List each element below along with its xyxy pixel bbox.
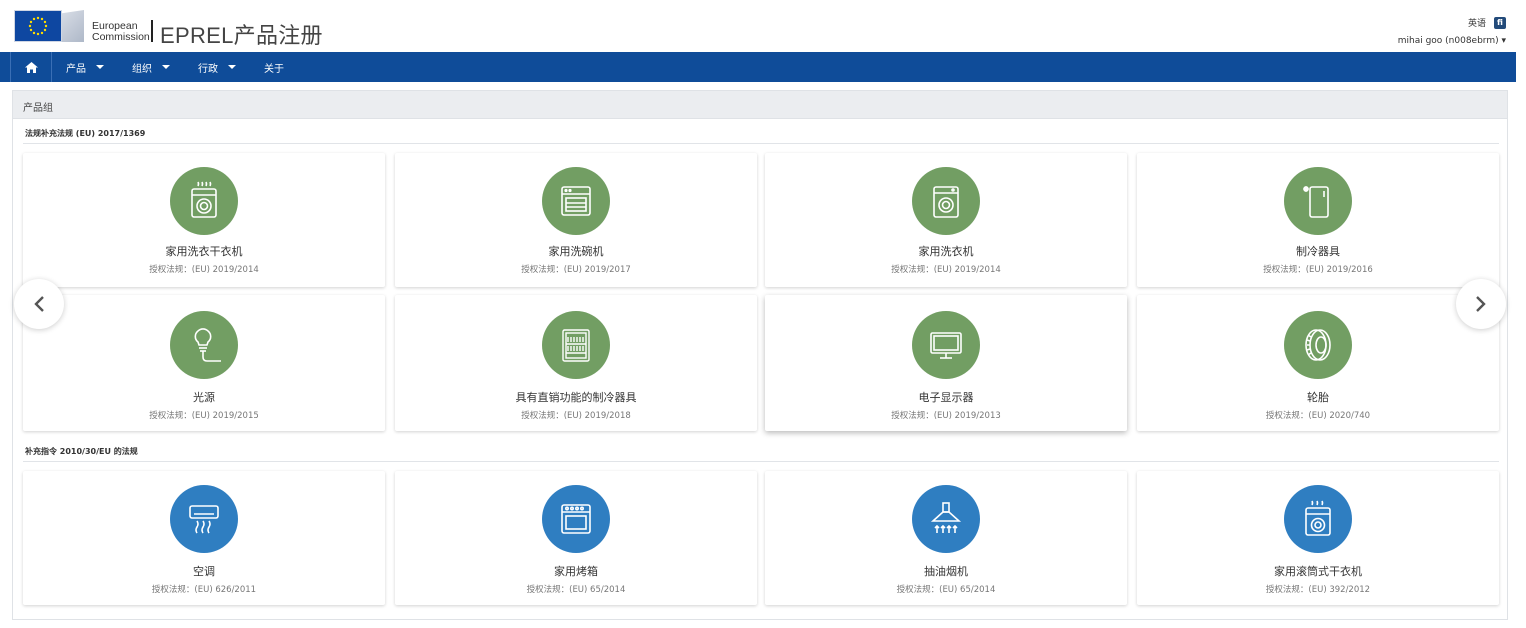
washing-machine-icon [912,167,980,235]
main-navbar: 产品 组织 行政 关于 [0,52,1516,82]
chevron-right-icon [1476,296,1486,312]
product-card-regulation: 授权法规：(EU) 65/2014 [526,585,626,595]
nav-admin-label: 行政 [198,63,218,75]
washer-dryer-icon [170,167,238,235]
product-card-refrigerator[interactable]: 制冷器具 授权法规：(EU) 2019/2016 [1137,153,1499,287]
tyre-icon [1284,311,1352,379]
ec-wordmark-line2: Commission [92,31,150,43]
product-card-regulation: 授权法规：(EU) 626/2011 [151,585,257,595]
product-card-regulation: 授权法规：(EU) 2019/2016 [1263,265,1373,275]
product-card-tyres[interactable]: 轮胎 授权法规：(EU) 2020/740 [1137,295,1499,431]
language-badge: fi [1494,16,1506,29]
carousel-prev-button[interactable] [14,279,64,329]
header-divider [151,20,153,42]
monitor-icon [912,311,980,379]
product-card-oven[interactable]: 家用烤箱 授权法规：(EU) 65/2014 [395,471,757,605]
product-card-name: 家用洗衣机 [918,245,974,258]
refrigerator-icon [1284,167,1352,235]
chevron-left-icon [34,296,44,312]
product-card-regulation: 授权法规：(EU) 2019/2014 [891,265,1001,275]
nav-products-label: 产品 [66,63,86,75]
product-card-name: 具有直销功能的制冷器具 [515,391,637,404]
section-label-2010-30-eu: 补充指令 2010/30/EU 的法规 [25,447,138,456]
home-icon [24,61,38,73]
product-card-regulation: 授权法规：(EU) 392/2012 [1265,585,1371,595]
air-conditioner-icon [170,485,238,553]
eu-flag-icon [14,10,62,42]
product-card-regulation: 授权法规：(EU) 2019/2013 [891,411,1001,421]
product-card-name: 家用滚筒式干衣机 [1274,565,1362,578]
product-card-range-hood[interactable]: 抽油烟机 授权法规：(EU) 65/2014 [765,471,1127,605]
section-divider [23,461,1499,462]
oven-icon [542,485,610,553]
dishwasher-icon [542,167,610,235]
product-card-tumble-dryer[interactable]: 家用滚筒式干衣机 授权法规：(EU) 392/2012 [1137,471,1499,605]
language-label: 英语 [1467,19,1486,29]
caret-down-icon [96,65,104,69]
app-title: EPREL产品注册 [160,23,323,48]
nav-about-label: 关于 [264,63,284,75]
home-button[interactable] [10,52,52,82]
tumble-dryer-icon [1284,485,1352,553]
nav-organisation[interactable]: 组织 [118,52,184,82]
product-card-name: 制冷器具 [1296,245,1340,258]
product-card-name: 空调 [193,565,215,578]
berlaymont-icon [62,10,84,42]
product-card-regulation: 授权法规：(EU) 2019/2017 [521,265,631,275]
product-groups-panel: 产品组 法规补充法规 (EU) 2017/1369 家用洗衣干衣机 授权法规：(… [12,90,1508,620]
product-card-regulation: 授权法规：(EU) 2019/2015 [149,411,259,421]
product-card-washing-machine[interactable]: 家用洗衣机 授权法规：(EU) 2019/2014 [765,153,1127,287]
page: European Commission EPREL产品注册 英语 fi miha… [0,0,1526,628]
section-divider [23,143,1499,144]
product-card-name: 家用烤箱 [554,565,598,578]
product-card-washer-dryer[interactable]: 家用洗衣干衣机 授权法规：(EU) 2019/2014 [23,153,385,287]
vending-fridge-icon [542,311,610,379]
nav-organisation-label: 组织 [132,63,152,75]
section-label-2017-1369: 法规补充法规 (EU) 2017/1369 [25,129,146,138]
european-commission-logo[interactable] [14,9,90,43]
product-card-regulation: 授权法规：(EU) 65/2014 [896,585,996,595]
product-card-regulation: 授权法规：(EU) 2019/2018 [521,411,631,421]
product-card-dishwasher[interactable]: 家用洗碗机 授权法规：(EU) 2019/2017 [395,153,757,287]
caret-down-icon [162,65,170,69]
caret-down-icon [228,65,236,69]
header: European Commission EPREL产品注册 英语 fi miha… [0,0,1526,52]
nav-products[interactable]: 产品 [52,52,118,82]
product-card-name: 家用洗碗机 [548,245,604,258]
product-card-name: 电子显示器 [918,391,974,404]
product-card-air-conditioner[interactable]: 空调 授权法规：(EU) 626/2011 [23,471,385,605]
product-card-name: 家用洗衣干衣机 [165,245,243,258]
range-hood-icon [912,485,980,553]
product-card-name: 轮胎 [1307,391,1329,404]
product-card-name: 抽油烟机 [924,565,968,578]
nav-about[interactable]: 关于 [250,52,298,82]
product-card-regulation: 授权法规：(EU) 2019/2014 [149,265,259,275]
panel-title: 产品组 [13,91,1507,119]
language-switcher[interactable]: 英语 fi [1468,16,1506,29]
product-card-vending-fridge[interactable]: 具有直销功能的制冷器具 授权法规：(EU) 2019/2018 [395,295,757,431]
nav-admin[interactable]: 行政 [184,52,250,82]
product-card-name: 光源 [193,391,215,404]
ec-wordmark: European Commission [92,21,150,43]
light-bulb-icon [170,311,238,379]
product-card-electronic-display[interactable]: 电子显示器 授权法规：(EU) 2019/2013 [765,295,1127,431]
carousel-next-button[interactable] [1456,279,1506,329]
product-card-regulation: 授权法规：(EU) 2020/740 [1265,411,1371,421]
product-card-light-source[interactable]: 光源 授权法规：(EU) 2019/2015 [23,295,385,431]
user-menu[interactable]: mihai goo (n008ebrm) ▾ [1398,36,1506,46]
